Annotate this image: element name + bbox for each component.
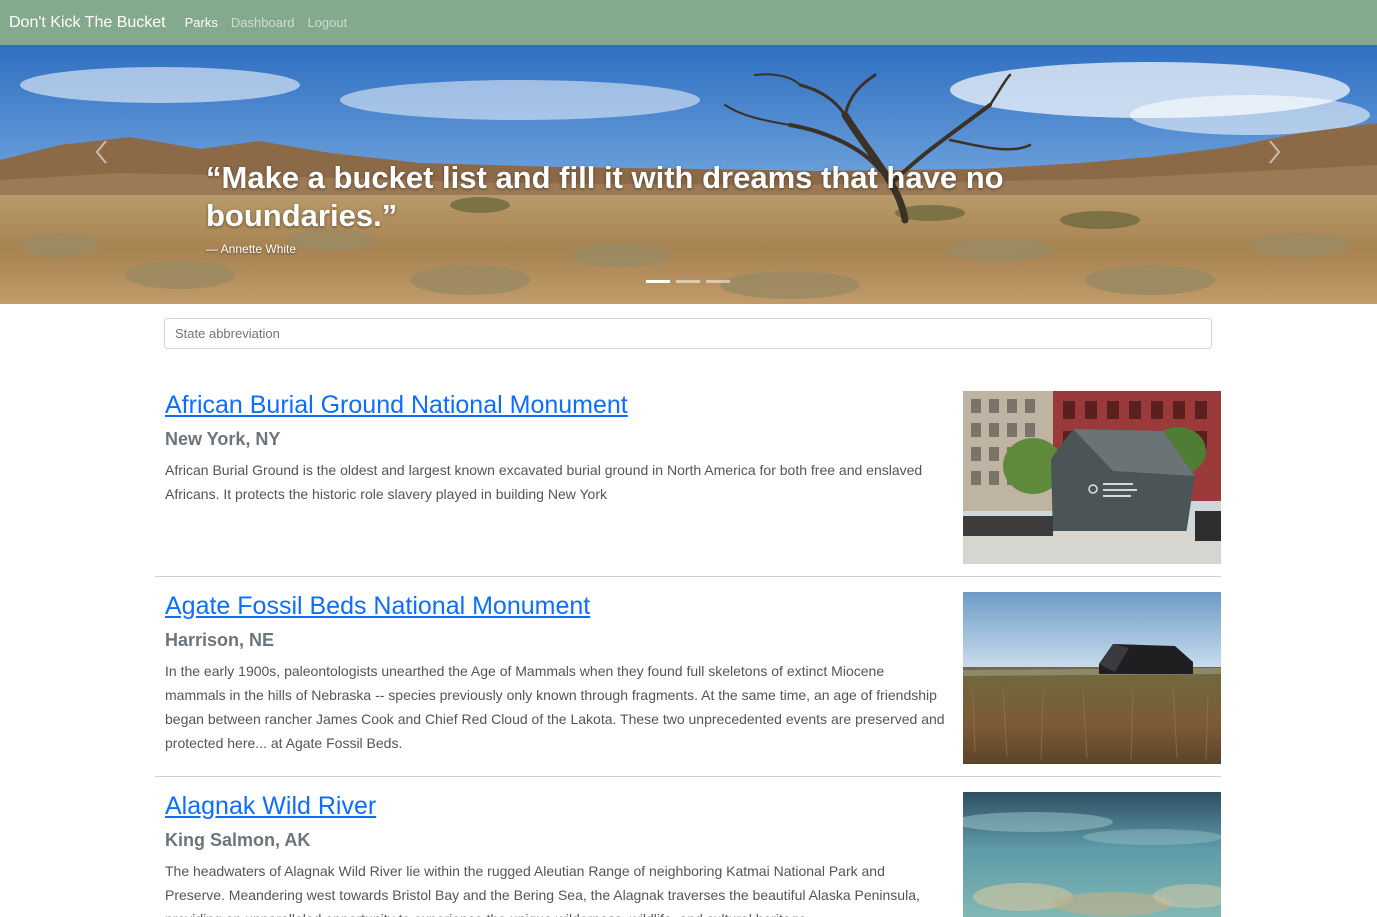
park-location: Harrison, NE: [165, 630, 275, 650]
park-divider: [155, 776, 1221, 777]
park-image: [963, 592, 1221, 764]
chevron-left-icon: [95, 140, 107, 164]
carousel-indicator-2[interactable]: [676, 280, 700, 283]
brand-link[interactable]: Don't Kick The Bucket: [9, 14, 166, 32]
park-list-item: Agate Fossil Beds National Monument Harr…: [155, 592, 1221, 776]
park-list-item: Alagnak Wild River King Salmon, AK The h…: [155, 792, 1221, 917]
park-description: In the early 1900s, paleontologists unea…: [165, 663, 945, 751]
park-name-link[interactable]: African Burial Ground National Monument: [165, 391, 628, 420]
park-name-link[interactable]: Agate Fossil Beds National Monument: [165, 592, 590, 621]
hero-quote: “Make a bucket list and fill it with dre…: [206, 160, 1004, 233]
park-location: King Salmon, AK: [165, 830, 311, 850]
park-image: [963, 792, 1221, 917]
hero-quote-author: — Annette White: [206, 242, 297, 256]
carousel-prev-button[interactable]: [90, 137, 114, 167]
park-name-link[interactable]: Alagnak Wild River: [165, 792, 376, 821]
nav-link-parks[interactable]: Parks: [185, 15, 218, 30]
carousel-next-button[interactable]: [1262, 137, 1286, 167]
chevron-right-icon: [1269, 140, 1281, 164]
park-description: African Burial Ground is the oldest and …: [165, 462, 923, 502]
nav-link-logout[interactable]: Logout: [307, 15, 347, 30]
navbar: Don't Kick The Bucket Parks Dashboard Lo…: [0, 0, 1377, 45]
park-location: New York, NY: [165, 429, 281, 449]
carousel-indicators: [646, 280, 730, 283]
nav-link-dashboard[interactable]: Dashboard: [231, 15, 295, 30]
park-description: The headwaters of Alagnak Wild River lie…: [165, 863, 920, 917]
hero-carousel: “Make a bucket list and fill it with dre…: [0, 45, 1377, 304]
park-list-item: African Burial Ground National Monument …: [155, 391, 1221, 577]
park-image: [963, 391, 1221, 564]
park-divider: [155, 576, 1221, 577]
state-search-input[interactable]: [164, 318, 1212, 349]
carousel-indicator-1[interactable]: [646, 280, 670, 283]
carousel-indicator-3[interactable]: [706, 280, 730, 283]
